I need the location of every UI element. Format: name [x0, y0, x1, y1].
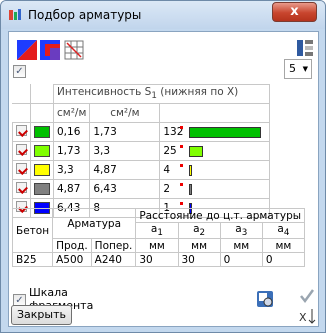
color-bars-icon[interactable] [40, 40, 60, 60]
settings-icon[interactable] [256, 290, 274, 308]
close-button[interactable]: x [272, 2, 317, 22]
grid-icon[interactable] [64, 40, 84, 60]
a2-value[interactable]: 30 [177, 252, 221, 268]
client-area: ✓ 5 ▼ Интенсивность S1 (нижняя по X) см²… [8, 31, 319, 327]
row-visible-checkbox[interactable] [16, 144, 27, 155]
row-visible-checkbox[interactable] [16, 163, 27, 174]
distance-header: Расстояние до ц.т. арматуры [135, 208, 306, 223]
rebar-table: Бетон Арматура Расстояние до ц.т. армату… [11, 207, 306, 268]
toggle-checkbox[interactable]: ✓ [13, 65, 26, 78]
scale-label-line1: Шкала [29, 286, 68, 299]
table-row[interactable]: B25 A500 A240 30 30 0 0 [11, 252, 306, 268]
marker-icon [180, 126, 184, 129]
color-swatch[interactable] [34, 126, 50, 138]
histogram-bar [189, 164, 193, 176]
svg-text:X: X [299, 311, 307, 324]
range-to: 6,43 [89, 179, 161, 199]
color-fill-icon[interactable] [17, 40, 37, 60]
range-to: 1,73 [89, 122, 161, 142]
range-from: 0,16 [52, 122, 91, 142]
poper-header: Попер. [90, 238, 137, 254]
color-swatch[interactable] [34, 183, 50, 195]
intensity-table: Интенсивность S1 (нижняя по X) см²/м см²… [12, 84, 271, 218]
col-from-unit: см²/м [52, 103, 91, 123]
histogram-bar [189, 145, 204, 157]
range-count: 132 [163, 126, 184, 138]
chevron-down-icon: ▼ [302, 65, 308, 73]
beton-header: Бетон [11, 207, 54, 254]
close-dialog-button[interactable]: Закрыть [11, 305, 72, 325]
row-visible-checkbox[interactable] [16, 125, 27, 136]
marker-icon [180, 164, 184, 167]
a4-value[interactable]: 0 [261, 252, 306, 268]
histogram-bar [189, 126, 262, 138]
range-from: 1,73 [52, 141, 91, 161]
beton-value[interactable]: B25 [11, 252, 54, 268]
range-count: 4 [163, 164, 171, 176]
col-to-unit: см²/м [89, 103, 161, 123]
dialog-window: Подбор арматуры x ✓ 5 ▼ Интенсивность S1… [0, 0, 326, 333]
table-row[interactable]: 4,87 6,43 2 [12, 179, 271, 199]
marker-icon [180, 145, 184, 148]
window-title: Подбор арматуры [28, 8, 142, 22]
table-row[interactable]: 1,73 3,3 25 [12, 141, 271, 161]
range-from: 3,3 [52, 160, 91, 180]
check-icon[interactable] [298, 287, 316, 305]
intensity-header: Интенсивность S1 (нижняя по X) [52, 84, 271, 104]
armatura-header: Арматура [52, 207, 137, 240]
prod-header: Прод. [52, 238, 92, 254]
table-row[interactable]: 3,3 4,87 4 [12, 160, 271, 180]
count-dropdown[interactable]: 5 ▼ [284, 59, 312, 79]
marker-icon [180, 202, 184, 205]
row-visible-checkbox[interactable] [16, 182, 27, 193]
color-swatch[interactable] [34, 145, 50, 157]
title-bar[interactable]: Подбор арматуры x [1, 1, 325, 29]
range-from: 4,87 [52, 179, 91, 199]
range-to: 3,3 [89, 141, 161, 161]
range-to: 4,87 [89, 160, 161, 180]
a1-value[interactable]: 30 [135, 252, 179, 268]
a3-value[interactable]: 0 [219, 252, 263, 268]
sort-icon[interactable]: X [298, 307, 316, 325]
app-icon [9, 9, 21, 20]
prod-value[interactable]: A500 [52, 252, 92, 268]
marker-icon [180, 183, 184, 186]
color-swatch[interactable] [34, 164, 50, 176]
layout-icon[interactable] [295, 38, 315, 58]
range-count: 2 [163, 183, 171, 195]
poper-value[interactable]: A240 [90, 252, 137, 268]
range-count: 25 [163, 145, 177, 157]
table-row[interactable]: 0,16 1,73 132 [12, 122, 271, 142]
histogram-bar [189, 183, 193, 195]
dropdown-value: 5 [289, 62, 296, 75]
